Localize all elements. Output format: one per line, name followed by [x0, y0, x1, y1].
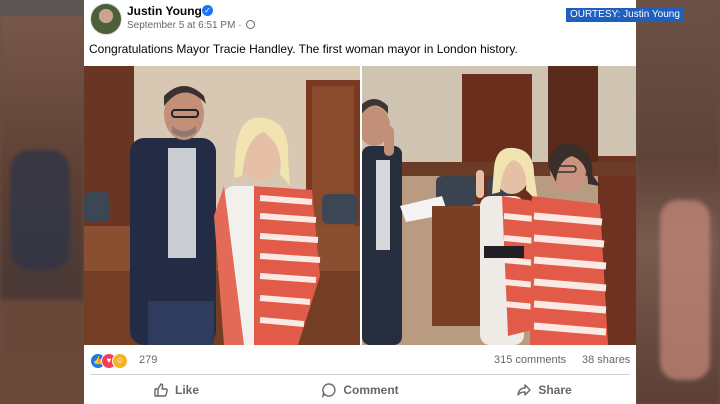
globe-icon [246, 20, 256, 29]
divider [90, 374, 630, 375]
like-button[interactable]: Like [84, 376, 268, 404]
shares-count[interactable]: 38 shares [582, 354, 630, 366]
background-blur-right [636, 0, 720, 404]
post-date: September 5 at 6:51 PM [127, 20, 236, 31]
reaction-icons[interactable]: 👍 ♥ ☺ [90, 353, 128, 369]
meta-separator: · [238, 20, 242, 31]
post-photo-swearing-in[interactable] [362, 66, 636, 345]
courtesy-credit: OURTESY: Justin Young [566, 8, 684, 22]
comment-label: Comment [343, 383, 399, 397]
comments-count[interactable]: 315 comments [494, 354, 566, 366]
post-timestamp[interactable]: September 5 at 6:51 PM · [127, 20, 256, 31]
like-label: Like [174, 383, 199, 397]
haha-reaction-icon: ☺ [112, 353, 128, 369]
background-blur-left [0, 0, 84, 404]
post-photo-couple[interactable] [84, 66, 360, 345]
thumbs-up-icon [154, 383, 168, 397]
share-button[interactable]: Share [452, 376, 636, 404]
comment-button[interactable]: Comment [268, 376, 452, 404]
verified-badge-icon: ✓ [202, 5, 213, 16]
post-actions: Like Comment Share [84, 376, 636, 404]
reactions-summary: 👍 ♥ ☺ 279 315 comments 38 shares [84, 350, 636, 372]
author-avatar[interactable] [90, 3, 122, 35]
author-name[interactable]: Justin Young [127, 4, 202, 18]
background-strip [0, 0, 84, 16]
post-header: Justin Young ✓ September 5 at 6:51 PM · [84, 0, 636, 38]
facebook-post-card: Justin Young ✓ September 5 at 6:51 PM · … [84, 0, 636, 404]
post-text: Congratulations Mayor Tracie Handley. Th… [89, 42, 518, 56]
reaction-count[interactable]: 279 [139, 354, 157, 366]
share-label: Share [538, 383, 572, 397]
comment-bubble-icon [322, 383, 336, 398]
share-arrow-icon [517, 384, 532, 396]
